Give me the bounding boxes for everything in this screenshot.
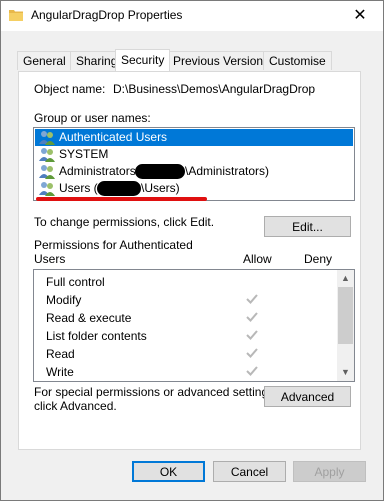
permissions-listbox[interactable]: Full control Modify Read & execute List …	[33, 269, 355, 382]
permission-row-list-folder-contents: List folder contents	[34, 327, 337, 345]
close-button[interactable]: ✕	[337, 1, 383, 31]
permission-name: Full control	[46, 275, 105, 289]
user-group-icon	[39, 131, 55, 145]
close-icon: ✕	[353, 7, 367, 24]
change-permissions-text: To change permissions, click Edit.	[34, 215, 215, 229]
permission-name: List folder contents	[46, 329, 147, 343]
group-users-label: Group or user names:	[34, 111, 151, 125]
permission-row-modify: Modify	[34, 291, 337, 309]
cancel-button[interactable]: Cancel	[213, 461, 286, 482]
tab-customise[interactable]: Customise	[263, 51, 332, 70]
scroll-down-arrow-icon[interactable]: ▼	[337, 364, 354, 381]
user-row-authenticated-users[interactable]: Authenticated Users	[35, 129, 353, 146]
allow-column-header: Allow	[243, 252, 272, 266]
allow-check-icon	[246, 348, 258, 358]
allow-check-icon	[246, 312, 258, 322]
title-bar[interactable]: AngularDragDrop Properties ✕	[1, 1, 383, 31]
user-name-prefix: Administrators (	[59, 164, 144, 178]
user-name: Authenticated Users	[59, 130, 168, 144]
red-underline-annotation	[36, 197, 207, 201]
ok-button[interactable]: OK	[132, 461, 205, 482]
redaction-mark	[97, 181, 141, 196]
user-name: SYSTEM	[59, 147, 109, 161]
user-group-icon	[39, 182, 55, 196]
object-name-label: Object name:	[34, 82, 106, 96]
allow-check-icon	[246, 330, 258, 340]
redaction-mark	[135, 164, 185, 179]
special-permissions-text-line2: click Advanced.	[34, 399, 117, 413]
edit-button[interactable]: Edit...	[264, 216, 351, 237]
user-group-icon	[39, 148, 55, 162]
permission-name: Write	[46, 365, 74, 379]
window-title: AngularDragDrop Properties	[31, 8, 183, 22]
permission-row-read: Read	[34, 345, 337, 363]
special-permissions-text-line1: For special permissions or advanced sett…	[34, 385, 278, 399]
permission-row-read-execute: Read & execute	[34, 309, 337, 327]
user-row-users[interactable]: Users ( \Users)	[35, 180, 353, 197]
permission-name: Read	[46, 347, 75, 361]
user-name-suffix: \Users)	[141, 181, 180, 195]
object-name-value: D:\Business\Demos\AngularDragDrop	[113, 82, 316, 96]
deny-column-header: Deny	[304, 252, 333, 266]
user-name-prefix: Users (	[59, 181, 98, 195]
properties-window: AngularDragDrop Properties ✕ General Sha…	[0, 0, 384, 501]
allow-check-icon	[246, 366, 258, 376]
scroll-thumb[interactable]	[338, 287, 353, 344]
permission-name: Modify	[46, 293, 82, 307]
tab-security[interactable]: Security	[115, 49, 171, 71]
folder-icon	[9, 10, 23, 21]
apply-button[interactable]: Apply	[293, 461, 366, 482]
advanced-button[interactable]: Advanced	[264, 386, 351, 407]
permissions-label-line1: Permissions for Authenticated	[34, 238, 193, 252]
scroll-up-arrow-icon[interactable]: ▲	[337, 270, 354, 287]
user-group-icon	[39, 165, 55, 179]
permission-row-full-control: Full control	[34, 273, 337, 291]
permissions-label-line2: Users	[34, 252, 66, 266]
user-row-system[interactable]: SYSTEM	[35, 146, 353, 163]
tab-general[interactable]: General	[17, 51, 72, 70]
permissions-scrollbar[interactable]: ▲ ▼	[337, 270, 354, 381]
user-name-suffix: \Administrators)	[185, 164, 270, 178]
permission-row-write: Write	[34, 363, 337, 381]
allow-check-icon	[246, 294, 258, 304]
user-row-administrators[interactable]: Administrators ( \Administrators)	[35, 163, 353, 180]
users-listbox[interactable]: Authenticated Users SYSTEM Administrator…	[33, 127, 355, 201]
permission-name: Read & execute	[46, 311, 132, 325]
tab-previous-versions[interactable]: Previous Versions	[167, 51, 276, 70]
